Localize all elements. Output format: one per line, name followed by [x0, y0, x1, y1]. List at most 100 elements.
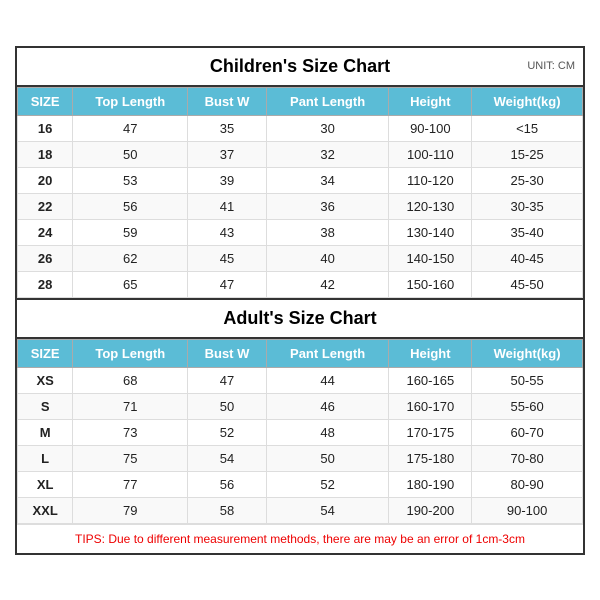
table-cell: 77	[73, 471, 188, 497]
children-table: SIZE Top Length Bust W Pant Length Heigh…	[17, 87, 583, 298]
table-cell: XL	[18, 471, 73, 497]
table-cell: 36	[266, 193, 389, 219]
adult-chart-title: Adult's Size Chart	[223, 308, 376, 328]
table-cell: 20	[18, 167, 73, 193]
table-cell: 50	[266, 445, 389, 471]
table-cell: 44	[266, 367, 389, 393]
children-col-height: Height	[389, 87, 472, 115]
table-cell: 80-90	[472, 471, 583, 497]
table-row: 22564136120-13030-35	[18, 193, 583, 219]
table-row: 20533934110-12025-30	[18, 167, 583, 193]
table-cell: 53	[73, 167, 188, 193]
table-cell: 175-180	[389, 445, 472, 471]
table-cell: 73	[73, 419, 188, 445]
table-cell: 16	[18, 115, 73, 141]
tips-text: TIPS: Due to different measurement metho…	[75, 532, 525, 546]
table-cell: 68	[73, 367, 188, 393]
table-cell: 43	[188, 219, 266, 245]
table-cell: 70-80	[472, 445, 583, 471]
table-cell: 56	[188, 471, 266, 497]
table-cell: 30-35	[472, 193, 583, 219]
table-cell: 120-130	[389, 193, 472, 219]
table-cell: 35	[188, 115, 266, 141]
children-col-top-length: Top Length	[73, 87, 188, 115]
table-cell: 130-140	[389, 219, 472, 245]
children-section-title-row: Children's Size Chart UNIT: CM	[17, 48, 583, 87]
table-row: S715046160-17055-60	[18, 393, 583, 419]
adult-table: SIZE Top Length Bust W Pant Length Heigh…	[17, 339, 583, 524]
table-cell: 150-160	[389, 271, 472, 297]
children-header-row: SIZE Top Length Bust W Pant Length Heigh…	[18, 87, 583, 115]
table-cell: 22	[18, 193, 73, 219]
table-cell: 190-200	[389, 497, 472, 523]
table-cell: 60-70	[472, 419, 583, 445]
table-row: L755450175-18070-80	[18, 445, 583, 471]
adult-col-bust-w: Bust W	[188, 339, 266, 367]
table-cell: 58	[188, 497, 266, 523]
table-cell: 30	[266, 115, 389, 141]
table-row: XXL795854190-20090-100	[18, 497, 583, 523]
table-cell: XXL	[18, 497, 73, 523]
table-cell: 35-40	[472, 219, 583, 245]
table-cell: 47	[188, 271, 266, 297]
table-row: 18503732100-11015-25	[18, 141, 583, 167]
table-cell: 55-60	[472, 393, 583, 419]
children-chart-title: Children's Size Chart	[210, 56, 390, 76]
table-cell: 90-100	[389, 115, 472, 141]
table-cell: 100-110	[389, 141, 472, 167]
table-cell: 71	[73, 393, 188, 419]
table-cell: 50-55	[472, 367, 583, 393]
table-row: 26624540140-15040-45	[18, 245, 583, 271]
children-col-size: SIZE	[18, 87, 73, 115]
adult-col-pant-length: Pant Length	[266, 339, 389, 367]
table-cell: 54	[188, 445, 266, 471]
adult-header-row: SIZE Top Length Bust W Pant Length Heigh…	[18, 339, 583, 367]
children-col-weight: Weight(kg)	[472, 87, 583, 115]
table-cell: 38	[266, 219, 389, 245]
table-row: 1647353090-100<15	[18, 115, 583, 141]
table-cell: 45-50	[472, 271, 583, 297]
table-cell: 180-190	[389, 471, 472, 497]
table-cell: M	[18, 419, 73, 445]
table-cell: L	[18, 445, 73, 471]
table-cell: 42	[266, 271, 389, 297]
table-cell: <15	[472, 115, 583, 141]
table-cell: 59	[73, 219, 188, 245]
table-cell: 15-25	[472, 141, 583, 167]
table-cell: 25-30	[472, 167, 583, 193]
table-cell: 47	[188, 367, 266, 393]
table-cell: 34	[266, 167, 389, 193]
table-cell: 50	[73, 141, 188, 167]
table-cell: 48	[266, 419, 389, 445]
table-cell: XS	[18, 367, 73, 393]
size-chart-container: Children's Size Chart UNIT: CM SIZE Top …	[15, 46, 585, 555]
table-cell: 45	[188, 245, 266, 271]
table-cell: 110-120	[389, 167, 472, 193]
table-cell: 18	[18, 141, 73, 167]
adult-col-height: Height	[389, 339, 472, 367]
table-cell: 65	[73, 271, 188, 297]
table-row: 24594338130-14035-40	[18, 219, 583, 245]
children-col-pant-length: Pant Length	[266, 87, 389, 115]
table-cell: 52	[266, 471, 389, 497]
table-cell: 46	[266, 393, 389, 419]
table-cell: 50	[188, 393, 266, 419]
table-cell: 26	[18, 245, 73, 271]
table-cell: 160-170	[389, 393, 472, 419]
table-cell: 54	[266, 497, 389, 523]
table-row: XL775652180-19080-90	[18, 471, 583, 497]
table-cell: S	[18, 393, 73, 419]
table-cell: 39	[188, 167, 266, 193]
table-cell: 37	[188, 141, 266, 167]
adult-section-title-row: Adult's Size Chart	[17, 298, 583, 339]
table-cell: 140-150	[389, 245, 472, 271]
unit-label: UNIT: CM	[527, 60, 575, 72]
table-cell: 24	[18, 219, 73, 245]
table-cell: 160-165	[389, 367, 472, 393]
table-cell: 41	[188, 193, 266, 219]
table-cell: 32	[266, 141, 389, 167]
table-cell: 40	[266, 245, 389, 271]
table-row: 28654742150-16045-50	[18, 271, 583, 297]
adult-col-weight: Weight(kg)	[472, 339, 583, 367]
table-row: XS684744160-16550-55	[18, 367, 583, 393]
